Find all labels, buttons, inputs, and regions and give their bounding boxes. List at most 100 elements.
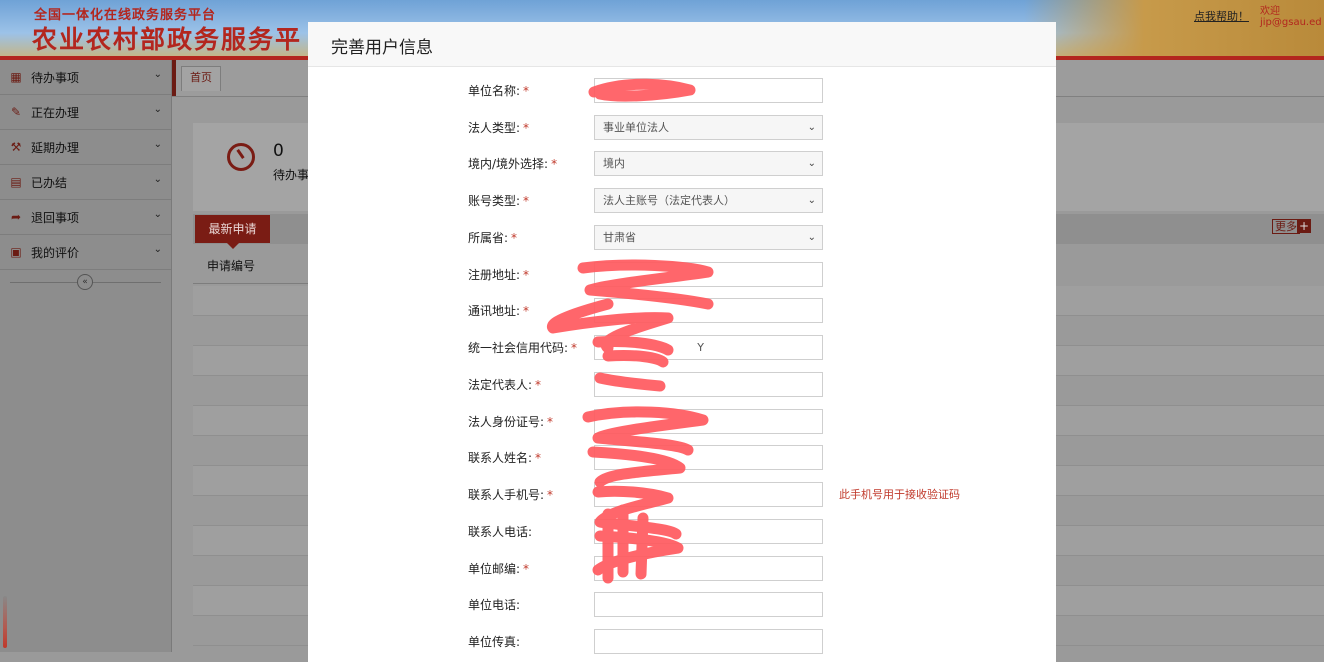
sidebar-item-delayed[interactable]: ⚒ 延期办理 ⌄: [0, 130, 171, 165]
field-label: 单位邮编: *: [468, 562, 530, 576]
sidebar-item-label: 正在办理: [31, 105, 80, 120]
postal-code-input[interactable]: [594, 556, 823, 581]
sidebar-item-label: 待办事项: [31, 70, 80, 85]
chevron-down-icon[interactable]: ⌄: [154, 139, 162, 150]
chevron-down-icon: ⌄: [807, 122, 816, 133]
sidebar-item-label: 退回事项: [31, 210, 80, 225]
contact-phone-input[interactable]: [594, 519, 823, 544]
form-row-legal-person-type: 法人类型: * 事业单位法人 ⌄: [308, 115, 1056, 141]
field-label: 注册地址: *: [468, 268, 530, 282]
unit-phone-input[interactable]: [594, 592, 823, 617]
required-mark: *: [523, 304, 530, 318]
collapse-sidebar-button[interactable]: «: [77, 274, 93, 290]
required-mark: *: [523, 121, 530, 135]
legal-person-type-select[interactable]: 事业单位法人 ⌄: [594, 115, 823, 140]
pending-count: 0: [273, 141, 284, 161]
sidebar-item-label: 我的评价: [31, 245, 80, 260]
edit-icon: ✎: [10, 105, 22, 119]
required-mark: *: [571, 341, 578, 355]
dialog-title: 完善用户信息: [331, 38, 433, 58]
pending-label: 待办事: [273, 168, 310, 182]
required-mark: *: [523, 268, 530, 282]
progress-indicator-icon: [3, 596, 7, 648]
field-label: 联系人姓名: *: [468, 451, 542, 465]
field-label: 联系人电话:: [468, 525, 533, 539]
field-label: 所属省: *: [468, 231, 518, 245]
tab-accent: [172, 60, 176, 96]
legal-representative-input[interactable]: [594, 372, 823, 397]
complete-user-info-dialog: 完善用户信息 单位名称: * 法人类型: * 事业单位法人 ⌄ 境内/境外选择: * 境…: [308, 22, 1056, 662]
form-row-unit-phone: 单位电话:: [308, 592, 1056, 618]
unit-name-input[interactable]: [594, 78, 823, 103]
required-mark: *: [535, 451, 542, 465]
field-label: 联系人手机号: *: [468, 488, 554, 502]
sidebar-item-completed[interactable]: ▤ 已办结 ⌄: [0, 165, 171, 200]
gift-icon: ▣: [10, 245, 22, 259]
form-row-legal-id-number: 法人身份证号: *: [308, 409, 1056, 435]
site-title: 农业农村部政务服务平: [32, 25, 303, 54]
chevron-down-icon[interactable]: ⌄: [154, 209, 162, 220]
user-email[interactable]: jip@gsau.ed: [1260, 17, 1322, 28]
field-label: 统一社会信用代码: *: [468, 341, 578, 355]
registered-address-input[interactable]: [594, 262, 823, 287]
form-row-legal-representative: 法定代表人: *: [308, 372, 1056, 398]
chevron-down-icon: ⌄: [807, 195, 816, 206]
required-mark: *: [547, 415, 554, 429]
tab-home[interactable]: 首页: [181, 66, 221, 91]
mailing-address-input[interactable]: [594, 298, 823, 323]
chevron-down-icon: ⌄: [807, 158, 816, 169]
form-row-postal-code: 单位邮编: *: [308, 556, 1056, 582]
return-icon: ➦: [10, 210, 22, 224]
form-row-unit-fax: 单位传真:: [308, 629, 1056, 655]
mobile-hint-text: 此手机号用于接收验证码: [839, 488, 960, 501]
contact-mobile-input[interactable]: [594, 482, 823, 507]
sidebar-item-returned[interactable]: ➦ 退回事项 ⌄: [0, 200, 171, 235]
chevron-down-icon: ⌄: [807, 232, 816, 243]
sidebar-item-in-progress[interactable]: ✎ 正在办理 ⌄: [0, 95, 171, 130]
column-header-application-number: 申请编号: [193, 248, 308, 284]
sidebar-item-my-reviews[interactable]: ▣ 我的评价 ⌄: [0, 235, 171, 270]
form-row-domestic-foreign: 境内/境外选择: * 境内 ⌄: [308, 151, 1056, 177]
sidebar: ▦ 待办事项 ⌄ ✎ 正在办理 ⌄ ⚒ 延期办理 ⌄ ▤ 已办结 ⌄ ➦ 退回事…: [0, 60, 172, 652]
form-row-contact-mobile: 联系人手机号: * 此手机号用于接收验证码: [308, 482, 1056, 508]
form-row-mailing-address: 通讯地址: *: [308, 298, 1056, 324]
gauge-icon: [227, 143, 255, 171]
field-label: 法定代表人: *: [468, 378, 542, 392]
required-mark: *: [551, 157, 558, 171]
contact-name-input[interactable]: [594, 445, 823, 470]
dialog-header: 完善用户信息: [308, 22, 1056, 67]
province-select[interactable]: 甘肃省 ⌄: [594, 225, 823, 250]
chevron-down-icon[interactable]: ⌄: [154, 69, 162, 80]
legal-id-number-input[interactable]: [594, 409, 823, 434]
form-row-unit-name: 单位名称: *: [308, 78, 1056, 104]
gavel-icon: ⚒: [10, 140, 22, 154]
account-type-select[interactable]: 法人主账号（法定代表人） ⌄: [594, 188, 823, 213]
field-label: 单位电话:: [468, 598, 521, 612]
credit-code-input[interactable]: Y: [594, 335, 823, 360]
sidebar-item-label: 延期办理: [31, 140, 80, 155]
form-row-contact-name: 联系人姓名: *: [308, 445, 1056, 471]
tab-latest-applications[interactable]: 最新申请: [195, 215, 270, 249]
field-label: 通讯地址: *: [468, 304, 530, 318]
help-link[interactable]: 点我帮助！: [1194, 8, 1249, 24]
unit-fax-input[interactable]: [594, 629, 823, 654]
domestic-foreign-select[interactable]: 境内 ⌄: [594, 151, 823, 176]
field-label: 单位名称: *: [468, 84, 530, 98]
field-label: 账号类型: *: [468, 194, 530, 208]
chevron-down-icon[interactable]: ⌄: [154, 244, 162, 255]
plus-icon[interactable]: +: [1297, 219, 1311, 233]
more-button[interactable]: 更多: [1272, 219, 1300, 234]
sidebar-item-label: 已办结: [31, 175, 68, 190]
field-label: 法人身份证号: *: [468, 415, 554, 429]
form-row-account-type: 账号类型: * 法人主账号（法定代表人） ⌄: [308, 188, 1056, 214]
chevron-down-icon[interactable]: ⌄: [154, 174, 162, 185]
form-row-registered-address: 注册地址: *: [308, 262, 1056, 288]
form-row-credit-code: 统一社会信用代码: * Y: [308, 335, 1056, 361]
chevron-down-icon[interactable]: ⌄: [154, 104, 162, 115]
sidebar-item-pending[interactable]: ▦ 待办事项 ⌄: [0, 60, 171, 95]
required-mark: *: [523, 84, 530, 98]
sidebar-collapse: «: [0, 270, 171, 294]
field-label: 单位传真:: [468, 635, 521, 649]
required-mark: *: [523, 194, 530, 208]
document-icon: ▤: [10, 175, 22, 189]
